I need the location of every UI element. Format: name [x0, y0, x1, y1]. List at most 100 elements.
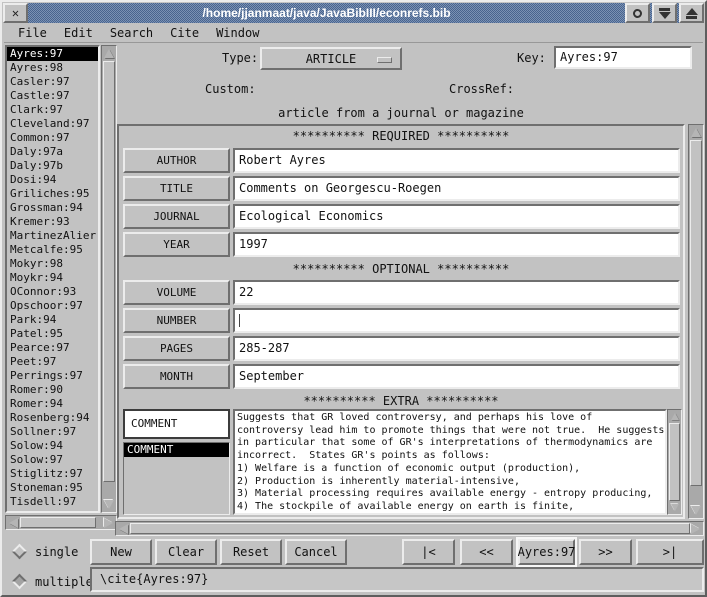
- form-hscrollbar[interactable]: [115, 521, 704, 536]
- list-item[interactable]: Solow:97: [7, 453, 98, 467]
- menu-cite[interactable]: Cite: [170, 26, 199, 40]
- scroll-down-icon[interactable]: [103, 498, 115, 511]
- menu-window[interactable]: Window: [216, 26, 259, 40]
- pages-field-label[interactable]: PAGES: [123, 336, 230, 361]
- scroll-left-icon[interactable]: [117, 523, 130, 534]
- list-item[interactable]: Tisdell:97: [7, 495, 98, 509]
- journal-input[interactable]: Ecological Economics: [233, 204, 680, 229]
- key-input[interactable]: Ayres:97: [554, 46, 692, 69]
- cite-command-input[interactable]: \cite{Ayres:97}: [90, 567, 704, 592]
- list-item[interactable]: COMMENT: [124, 443, 229, 457]
- list-item[interactable]: Park:94: [7, 313, 98, 327]
- list-item[interactable]: Castle:97: [7, 89, 98, 103]
- multiple-radio[interactable]: [12, 574, 28, 590]
- month-input[interactable]: September: [233, 364, 680, 389]
- scrollbar-thumb[interactable]: [669, 423, 680, 501]
- list-item[interactable]: Daly:97a: [7, 145, 98, 159]
- maximize-icon: [686, 8, 698, 19]
- list-item[interactable]: Romer:94: [7, 397, 98, 411]
- list-item[interactable]: Cleveland:97: [7, 117, 98, 131]
- year-input[interactable]: 1997: [233, 232, 680, 257]
- list-item[interactable]: Mokyr:98: [7, 257, 98, 271]
- list-item[interactable]: Peet:97: [7, 355, 98, 369]
- list-item[interactable]: Kremer:93: [7, 215, 98, 229]
- volume-field-label[interactable]: VOLUME: [123, 280, 230, 305]
- iconify-button[interactable]: [652, 3, 677, 23]
- reset-button[interactable]: Reset: [220, 539, 282, 565]
- number-input[interactable]: [233, 308, 680, 333]
- list-item[interactable]: Perrings:97: [7, 369, 98, 383]
- menu-edit[interactable]: Edit: [64, 26, 93, 40]
- list-item[interactable]: MartinezAlier:9: [7, 229, 98, 243]
- list-item[interactable]: Stoneman:95: [7, 481, 98, 495]
- list-item[interactable]: Dosi:94: [7, 173, 98, 187]
- cancel-button[interactable]: Cancel: [285, 539, 347, 565]
- number-field-label[interactable]: NUMBER: [123, 308, 230, 333]
- titlebar[interactable]: ✕ /home/jjanmaat/java/JavaBibIII/econref…: [3, 3, 704, 23]
- list-item[interactable]: Romer:90: [7, 383, 98, 397]
- scroll-right-icon[interactable]: [689, 523, 702, 534]
- list-item[interactable]: Common:97: [7, 131, 98, 145]
- pages-input[interactable]: 285-287: [233, 336, 680, 361]
- list-item[interactable]: Grossman:94: [7, 201, 98, 215]
- clear-button[interactable]: Clear: [155, 539, 217, 565]
- list-item[interactable]: Clark:97: [7, 103, 98, 117]
- menu-search[interactable]: Search: [110, 26, 153, 40]
- required-section-header: ********** REQUIRED **********: [119, 129, 683, 143]
- type-option-menu[interactable]: ARTICLE: [260, 47, 402, 70]
- list-item[interactable]: Rosenberg:94: [7, 411, 98, 425]
- scroll-right-icon[interactable]: [102, 517, 115, 528]
- first-entry-button[interactable]: |<: [402, 539, 455, 565]
- author-field-label[interactable]: AUTHOR: [123, 148, 230, 173]
- list-item[interactable]: Casler:97: [7, 75, 98, 89]
- scroll-left-icon[interactable]: [7, 517, 20, 528]
- prev-entry-button[interactable]: <<: [460, 539, 513, 565]
- sidebar-hscrollbar[interactable]: [5, 515, 117, 530]
- scrollbar-thumb[interactable]: [103, 61, 115, 482]
- list-item[interactable]: Daly:97b: [7, 159, 98, 173]
- maximize-button[interactable]: [679, 3, 704, 23]
- list-item[interactable]: Sollner:97: [7, 425, 98, 439]
- list-item[interactable]: Griliches:95: [7, 187, 98, 201]
- next-entry-button[interactable]: >>: [579, 539, 632, 565]
- single-radio[interactable]: [12, 544, 28, 560]
- sidebar-vscrollbar[interactable]: [101, 45, 117, 513]
- extra-field-name-input[interactable]: COMMENT: [123, 409, 230, 439]
- title-field-label[interactable]: TITLE: [123, 176, 230, 201]
- crossref-label: CrossRef:: [449, 82, 514, 96]
- title-input[interactable]: Comments on Georgescu-Roegen: [233, 176, 680, 201]
- list-item[interactable]: OConnor:93: [7, 285, 98, 299]
- list-item[interactable]: Solow:94: [7, 439, 98, 453]
- comment-vscrollbar[interactable]: [667, 409, 682, 515]
- list-item[interactable]: Patel:95: [7, 327, 98, 341]
- list-item[interactable]: Moykr:94: [7, 271, 98, 285]
- list-item[interactable]: Ayres:97: [7, 47, 98, 61]
- year-field-label[interactable]: YEAR: [123, 232, 230, 257]
- comment-textarea[interactable]: Suggests that GR loved controversy, and …: [233, 409, 667, 515]
- menu-button[interactable]: [625, 3, 650, 23]
- close-button[interactable]: ✕: [3, 3, 28, 23]
- current-entry-button[interactable]: Ayres:97: [518, 539, 575, 565]
- list-item[interactable]: Ayres:98: [7, 61, 98, 75]
- scroll-up-icon[interactable]: [690, 126, 702, 139]
- list-item[interactable]: Stiglitz:97: [7, 467, 98, 481]
- list-item[interactable]: Opschoor:97: [7, 299, 98, 313]
- scroll-up-icon[interactable]: [669, 411, 680, 422]
- journal-field-label[interactable]: JOURNAL: [123, 204, 230, 229]
- author-input[interactable]: Robert Ayres: [233, 148, 680, 173]
- last-entry-button[interactable]: >|: [636, 539, 704, 565]
- list-item[interactable]: Metcalfe:95: [7, 243, 98, 257]
- scroll-up-icon[interactable]: [103, 47, 115, 60]
- list-item[interactable]: Pearce:97: [7, 341, 98, 355]
- scroll-down-icon[interactable]: [690, 504, 702, 517]
- scrollbar-thumb[interactable]: [20, 517, 96, 528]
- menu-file[interactable]: File: [18, 26, 47, 40]
- scrollbar-thumb[interactable]: [130, 523, 690, 534]
- entry-type-description: article from a journal or magazine: [117, 106, 685, 120]
- scroll-down-icon[interactable]: [669, 502, 680, 513]
- volume-input[interactable]: 22: [233, 280, 680, 305]
- form-vscrollbar[interactable]: [688, 124, 704, 519]
- month-field-label[interactable]: MONTH: [123, 364, 230, 389]
- scrollbar-thumb[interactable]: [690, 140, 702, 486]
- new-button[interactable]: New: [90, 539, 152, 565]
